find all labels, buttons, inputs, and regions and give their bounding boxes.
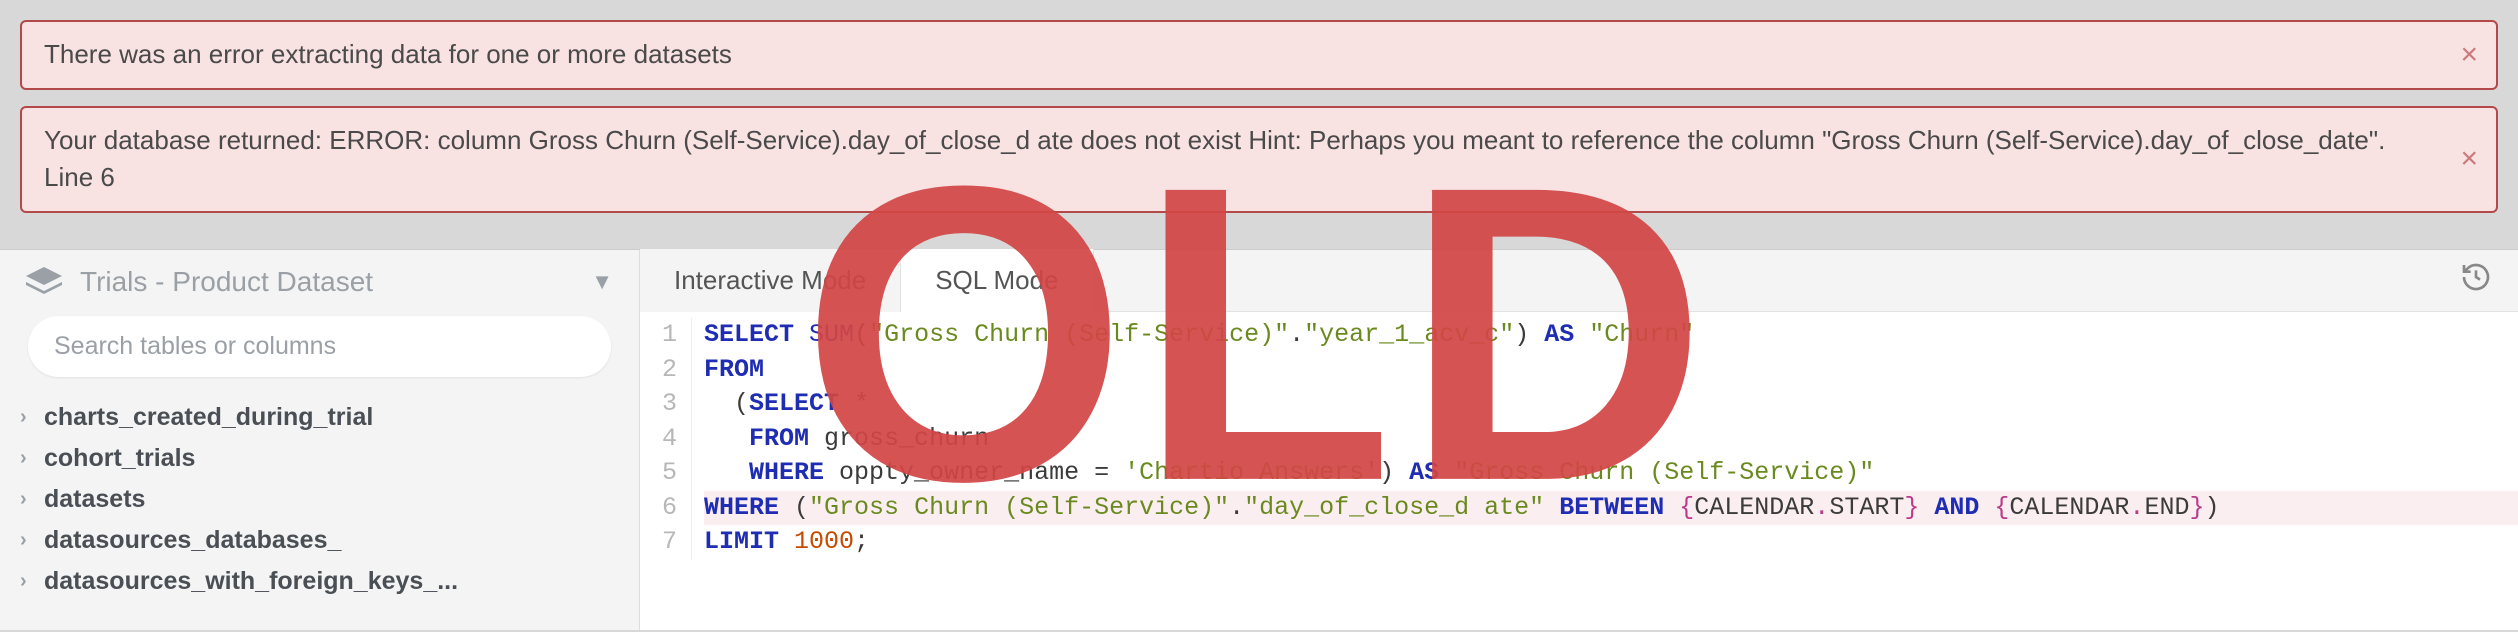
code-line[interactable]: FROM gross_churn bbox=[704, 422, 2518, 457]
editor-tabs: Interactive Mode SQL Mode bbox=[640, 250, 2518, 312]
code-line[interactable]: FROM bbox=[704, 353, 2518, 388]
code-body[interactable]: SELECT SUM("Gross Churn (Self-Service)".… bbox=[692, 318, 2518, 560]
search-input[interactable] bbox=[28, 316, 611, 377]
alert-text: Your database returned: ERROR: column Gr… bbox=[44, 125, 2385, 193]
error-alert: Your database returned: ERROR: column Gr… bbox=[20, 106, 2498, 213]
layers-icon bbox=[26, 267, 62, 297]
history-icon[interactable] bbox=[2434, 261, 2518, 300]
close-icon[interactable]: × bbox=[2460, 144, 2478, 174]
line-number: 2 bbox=[658, 353, 681, 388]
dataset-label: Trials - Product Dataset bbox=[80, 266, 373, 298]
sidebar-table-item[interactable]: › charts_created_during_trial bbox=[20, 397, 611, 438]
chevron-right-icon: › bbox=[20, 570, 34, 593]
alert-text: There was an error extracting data for o… bbox=[44, 39, 732, 69]
table-name: charts_created_during_trial bbox=[44, 403, 373, 432]
alerts-container: There was an error extracting data for o… bbox=[0, 0, 2518, 239]
close-icon[interactable]: × bbox=[2460, 40, 2478, 70]
chevron-right-icon: › bbox=[20, 406, 34, 429]
code-line[interactable]: SELECT SUM("Gross Churn (Self-Service)".… bbox=[704, 318, 2518, 353]
table-name: datasets bbox=[44, 485, 145, 514]
line-number: 3 bbox=[658, 387, 681, 422]
code-line[interactable]: (SELECT * bbox=[704, 387, 2518, 422]
sidebar-table-item[interactable]: › cohort_trials bbox=[20, 438, 611, 479]
dataset-picker[interactable]: Trials - Product Dataset ▼ bbox=[0, 250, 639, 308]
table-list: › charts_created_during_trial › cohort_tria… bbox=[0, 391, 639, 602]
error-alert: There was an error extracting data for o… bbox=[20, 20, 2498, 90]
line-number: 7 bbox=[658, 525, 681, 560]
search-wrap bbox=[0, 308, 639, 391]
table-name: cohort_trials bbox=[44, 444, 195, 473]
table-name: datasources_databases_ bbox=[44, 526, 341, 555]
tab-interactive-mode[interactable]: Interactive Mode bbox=[640, 249, 901, 312]
sidebar: Trials - Product Dataset ▼ › charts_creat… bbox=[0, 250, 640, 630]
chevron-down-icon: ▼ bbox=[591, 269, 613, 295]
line-number: 4 bbox=[658, 422, 681, 457]
workspace: Trials - Product Dataset ▼ › charts_creat… bbox=[0, 249, 2518, 630]
line-number: 6 bbox=[658, 491, 681, 526]
code-editor[interactable]: 1234567 SELECT SUM("Gross Churn (Self-Se… bbox=[640, 312, 2518, 560]
code-line[interactable]: WHERE oppty_owner_name = 'Chartio Answer… bbox=[704, 456, 2518, 491]
line-number: 1 bbox=[658, 318, 681, 353]
chevron-right-icon: › bbox=[20, 529, 34, 552]
sidebar-table-item[interactable]: › datasources_databases_ bbox=[20, 520, 611, 561]
table-name: datasources_with_foreign_keys_... bbox=[44, 567, 458, 596]
code-line[interactable]: LIMIT 1000; bbox=[704, 525, 2518, 560]
chevron-right-icon: › bbox=[20, 447, 34, 470]
sidebar-table-item[interactable]: › datasources_with_foreign_keys_... bbox=[20, 561, 611, 602]
sidebar-table-item[interactable]: › datasets bbox=[20, 479, 611, 520]
line-gutter: 1234567 bbox=[640, 318, 692, 560]
chevron-right-icon: › bbox=[20, 488, 34, 511]
code-line[interactable]: WHERE ("Gross Churn (Self-Service)"."day… bbox=[704, 491, 2518, 526]
editor-area: Interactive Mode SQL Mode 1234567 SELECT… bbox=[640, 250, 2518, 630]
line-number: 5 bbox=[658, 456, 681, 491]
tab-sql-mode[interactable]: SQL Mode bbox=[901, 249, 1093, 314]
